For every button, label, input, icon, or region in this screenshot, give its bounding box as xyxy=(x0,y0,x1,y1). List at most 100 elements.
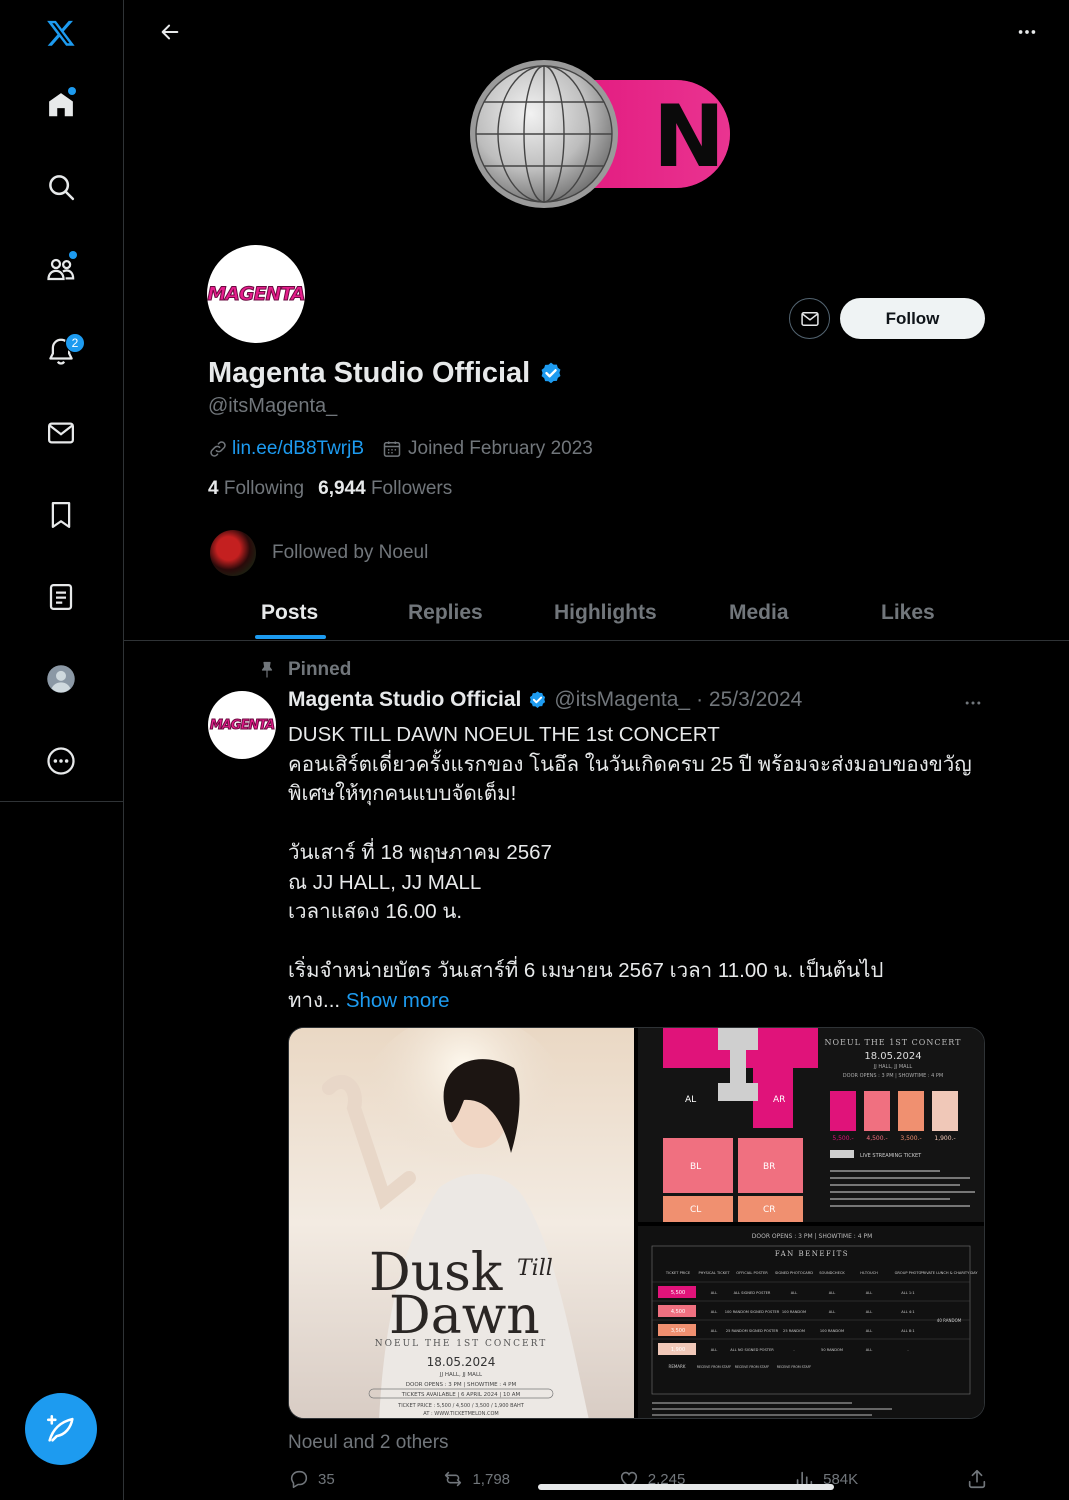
benefits-doors: DOOR OPENS : 3 PM | SHOWTIME : 4 PM xyxy=(752,1233,873,1240)
back-arrow-icon[interactable] xyxy=(152,14,188,50)
tab-likes[interactable]: Likes xyxy=(881,585,935,641)
benefits-cell: ALL xyxy=(866,1348,872,1352)
profile-handle: @itsMagenta_ xyxy=(208,395,338,417)
benefits-cell: ALL xyxy=(711,1291,717,1295)
post-author-name[interactable]: Magenta Studio Official xyxy=(288,688,521,712)
poster-subtitle: NOEUL THE 1ST CONCERT xyxy=(375,1339,548,1349)
benefits-header-cell: OFFICIAL POSTER xyxy=(736,1271,768,1275)
follow-button[interactable]: Follow xyxy=(840,298,985,339)
benefits-cell: ALL SIGNED POSTER xyxy=(734,1291,771,1295)
post-line: ณ JJ HALL, JJ MALL xyxy=(288,870,482,894)
following-count: 4 xyxy=(208,478,219,499)
profile-icon[interactable] xyxy=(37,655,85,703)
more-icon[interactable] xyxy=(37,737,85,785)
compose-button[interactable] xyxy=(25,1393,97,1465)
post-more-icon[interactable] xyxy=(958,690,988,716)
share-button[interactable] xyxy=(966,1468,988,1490)
post-date[interactable]: · 25/3/2024 xyxy=(696,688,802,712)
followed-by[interactable]: Followed by Noeul xyxy=(210,530,428,576)
poster-title-till: Till xyxy=(517,1256,553,1281)
home-indicator-bar xyxy=(538,1484,834,1490)
price-tier-label: 5,500.- xyxy=(832,1135,853,1142)
avatar-logo-text: MAGENTA xyxy=(207,283,305,306)
more-options-icon[interactable] xyxy=(1009,14,1045,50)
profile-website-text: lin.ee/dB8TwrjB xyxy=(232,438,365,459)
profile-avatar[interactable]: MAGENTA xyxy=(207,245,305,343)
benefits-header-cell: GROUP PHOTO xyxy=(895,1271,922,1275)
profile-website-link[interactable]: lin.ee/dB8TwrjB xyxy=(208,438,364,460)
active-tab-indicator xyxy=(255,635,326,639)
post-line: DUSK TILL DAWN NOEUL THE 1st CONCERT xyxy=(288,723,720,746)
x-logo-icon[interactable] xyxy=(37,9,85,57)
benefits-header-cell: HI-TOUCH xyxy=(860,1271,878,1275)
concert-poster-image[interactable]: Dusk Till Dawn NOEUL THE 1ST CONCERT 18.… xyxy=(289,1028,634,1419)
benefits-header-cell: TICKET PRICE xyxy=(665,1271,691,1275)
post-author-handle[interactable]: @itsMagenta_ xyxy=(554,688,690,712)
followers-link[interactable]: 6,944 Followers xyxy=(318,478,452,500)
price-tier-label: 3,500.- xyxy=(900,1135,921,1142)
home-icon[interactable] xyxy=(37,81,85,129)
benefits-cell: 25 RANDOM xyxy=(783,1329,805,1333)
benefits-remark: REMARK xyxy=(669,1364,686,1369)
tab-posts[interactable]: Posts xyxy=(261,585,318,641)
share-icon xyxy=(968,1469,986,1489)
notifications-badge: 2 xyxy=(65,333,85,353)
repost-button[interactable]: 1,798 xyxy=(442,1468,510,1490)
post-line: เวลาแสดง 16.00 น. xyxy=(288,900,463,923)
live-streaming-label: LIVE STREAMING TICKET xyxy=(860,1153,922,1159)
post-avatar-logo-text: MAGENTA xyxy=(209,717,275,733)
followers-label: Followers xyxy=(370,478,453,499)
communities-icon[interactable] xyxy=(37,245,85,293)
profile-joined: Joined February 2023 xyxy=(382,438,593,460)
tab-media[interactable]: Media xyxy=(729,585,789,641)
benefits-cell: 3,500 xyxy=(671,1328,685,1334)
post-verified-icon xyxy=(530,690,546,708)
post-line: พิเศษให้ทุกคนแบบจัดเต็ม! xyxy=(288,782,517,805)
post-author-avatar[interactable]: MAGENTA xyxy=(208,691,276,759)
benefits-cell: 100 RANDOM SIGNED POSTER xyxy=(725,1310,780,1314)
profile-meta: lin.ee/dB8TwrjB Joined February 2023 xyxy=(208,438,593,460)
bookmarks-icon[interactable] xyxy=(37,491,85,539)
tab-highlights[interactable]: Highlights xyxy=(554,585,657,641)
benefits-random40: 40 RANDOM xyxy=(937,1318,962,1323)
poster-date: 18.05.2024 xyxy=(427,1355,496,1369)
reply-count: 35 xyxy=(318,1470,335,1488)
followers-count: 6,944 xyxy=(318,478,366,499)
verified-badge-icon[interactable] xyxy=(538,361,564,387)
fan-benefits-image[interactable]: DOOR OPENS : 3 PM | SHOWTIME : 4 PM FAN … xyxy=(638,1226,985,1419)
seat-map-image[interactable]: AL AR BL BR CL CR NOEUL THE 1ST CONCERT … xyxy=(638,1028,985,1222)
tab-replies[interactable]: Replies xyxy=(408,585,483,641)
benefits-cell: ALL xyxy=(791,1291,797,1295)
benefits-header-cell: PRIVATE LUNCH & CHARITY DAY xyxy=(920,1271,978,1275)
benefits-receive-cell: RECEIVE FROM STAFF xyxy=(735,1365,770,1369)
benefits-header-cell: PHYSICAL TICKET xyxy=(698,1271,730,1275)
benefits-cell: 100 RANDOM xyxy=(820,1329,844,1333)
search-icon[interactable] xyxy=(37,163,85,211)
profile-joined-text: Joined February 2023 xyxy=(408,438,593,459)
liked-by[interactable]: Noeul and 2 others xyxy=(288,1432,449,1454)
poster-site: AT : WWW.TICKETMELON.COM xyxy=(423,1411,498,1417)
benefits-cell: ALL xyxy=(711,1329,717,1333)
message-button[interactable] xyxy=(789,298,830,339)
pinned-text: Pinned xyxy=(288,659,352,680)
nav-divider xyxy=(0,801,123,802)
benefits-header-cell: SOUNDCHECK xyxy=(819,1271,845,1275)
poster-venue: JJ HALL, JJ MALL xyxy=(439,1372,483,1378)
benefits-cell: 5,500 xyxy=(671,1290,685,1296)
benefits-cell: 1,900 xyxy=(671,1347,685,1353)
zone-al: AL xyxy=(685,1095,696,1105)
reply-button[interactable]: 35 xyxy=(288,1468,335,1490)
profile-main: N MAGENTA Follow Magenta Studio Official… xyxy=(124,0,1069,1500)
home-notification-dot xyxy=(68,87,76,95)
seatmap-date: 18.05.2024 xyxy=(864,1051,921,1062)
following-link[interactable]: 4 Following xyxy=(208,478,304,500)
pin-icon xyxy=(261,661,273,678)
envelope-icon xyxy=(800,311,819,326)
post-line-last: ทาง... Show more xyxy=(288,986,988,1016)
messages-icon[interactable] xyxy=(37,409,85,457)
show-more-link[interactable]: Show more xyxy=(346,989,450,1012)
lists-icon[interactable] xyxy=(37,573,85,621)
benefits-cell: ALL 1:1 xyxy=(901,1291,914,1295)
notifications-icon[interactable]: 2 xyxy=(37,327,85,375)
benefits-cell: ALL xyxy=(829,1310,835,1314)
